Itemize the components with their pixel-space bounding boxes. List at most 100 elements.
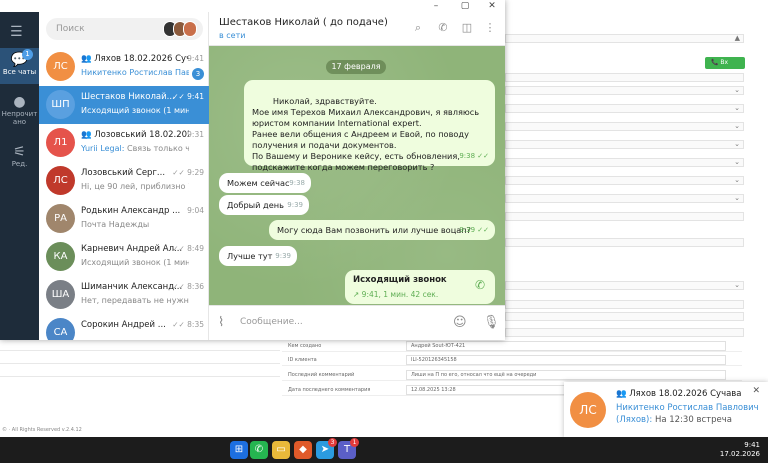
date-pill: 17 февраля (326, 60, 386, 74)
crm-field[interactable]: ⌄ (505, 281, 744, 290)
crm-field[interactable] (505, 212, 744, 221)
whatsapp-icon[interactable]: ✆ (250, 441, 268, 459)
close-icon[interactable]: ✕ (752, 386, 760, 396)
notification-toast[interactable]: ЛС 👥 Ляхов 18.02.2026 Сучава Никитенко Р… (564, 382, 768, 438)
clock-date: 17.02.2026 (719, 450, 760, 458)
attach-icon[interactable]: ⌇ (218, 315, 224, 330)
message-text: Николай, здравствуйте. Мое имя Терехов М… (252, 96, 480, 172)
message-area[interactable]: 17 февраля Николай, здравствуйте. Мое им… (209, 46, 505, 305)
crm-field[interactable]: ⌄ (505, 140, 744, 149)
minimize-icon[interactable]: – (426, 0, 446, 12)
crm-form-value[interactable]: Лиши на П по его, относал что ещё на оче… (406, 370, 726, 380)
message-text: Можем сейчас (227, 178, 290, 188)
crm-field[interactable]: ⌄ (505, 86, 744, 95)
crm-form-row: Кем создано Андрей Sout-ЮТ-421 (282, 340, 742, 352)
avatar: ШП (46, 90, 75, 119)
chat-header[interactable]: Шестаков Николай ( до подаче) в сети ⌕ ✆… (209, 12, 505, 46)
notification-title: 👥 Ляхов 18.02.2026 Сучава (616, 389, 742, 399)
message-time: 9:39 (287, 201, 303, 209)
microphone-icon[interactable]: 🎙 (483, 315, 500, 330)
folder-edit[interactable]: ⚟ Ред. (0, 140, 39, 176)
menu-icon[interactable]: ☰ (10, 24, 23, 40)
crm-field[interactable] (505, 312, 744, 321)
search-icon[interactable]: ⌕ (411, 21, 425, 35)
avatar: КА (46, 242, 75, 271)
call-detail: ↗ 9:41, 1 мин. 42 сек. (353, 290, 439, 299)
chat-item[interactable]: Л1 👥 Лозовський 18.02.2026 9:31 Yurii Le… (39, 124, 209, 162)
folder-all-chats[interactable]: 💬 1 Все чаты (0, 48, 39, 84)
message-time: 9:38 (289, 179, 305, 187)
crm-field[interactable] (505, 300, 744, 309)
chat-item[interactable]: РА Родькин Александр ... 9:04 Почта Наде… (39, 200, 209, 238)
notification-sender-short: (Ляхов): (616, 415, 653, 425)
call-title: Исходящий звонок (353, 275, 447, 285)
crm-field[interactable] (505, 73, 744, 82)
crm-field[interactable]: ▲ (505, 34, 744, 43)
avatar: Л1 (46, 128, 75, 157)
folder-unread[interactable]: ● Непрочит ано (0, 90, 39, 134)
chat-item[interactable]: ЛС 👥 Ляхов 18.02.2026 Суч... 9:41 Никите… (39, 48, 209, 86)
crm-field[interactable]: ⌄ (505, 122, 744, 131)
crm-footer: © · All Rights Reserved v.2.4.12 (2, 427, 82, 433)
crm-field[interactable]: ⌄ (505, 194, 744, 203)
message-incoming[interactable]: Добрый день 9:39 (219, 195, 309, 215)
chat-time: ✓✓ 9:41 (172, 92, 204, 101)
file-explorer-icon[interactable]: ▭ (272, 441, 290, 459)
telegram-window: – ▢ ✕ ☰ 💬 1 Все чаты ● Непрочит ано ⚟ Ре… (0, 0, 505, 340)
maximize-icon[interactable]: ▢ (455, 0, 475, 12)
message-incoming[interactable]: Лучше тут 9:39 (219, 246, 297, 266)
telegram-icon[interactable]: ➤ 3 (316, 438, 337, 459)
person-icon: ● (13, 94, 26, 110)
message-outgoing[interactable]: Могу сюда Вам позвонить или лучше воцап?… (269, 220, 495, 240)
chat-item-selected[interactable]: ШП Шестаков Николай... ✓✓ 9:41 Исходящий… (39, 86, 209, 124)
crm-left-row (0, 356, 280, 364)
chat-item[interactable]: ЛС Лозовський Серг... ✓✓ 9:29 Ні, це 90 … (39, 162, 209, 200)
chat-item[interactable]: СА Сорокин Андрей ... ✓✓ 8:35 (39, 314, 209, 340)
folder-label: Ред. (11, 160, 28, 168)
message-incoming[interactable]: Можем сейчас 9:38 (219, 173, 311, 193)
message-input[interactable]: Сообщение... (240, 317, 303, 327)
chat-sender: Никитенко Ростислав Павл... (81, 68, 189, 77)
avatar: ЛС (570, 392, 606, 428)
more-icon[interactable]: ⋮ (483, 21, 497, 35)
emoji-icon[interactable]: ☺ (453, 315, 467, 330)
chat-preview: Yurii Legal: Связь только чере... (81, 144, 189, 156)
crm-field[interactable]: ⌄ (505, 104, 744, 113)
crm-field[interactable]: ⌄ (505, 158, 744, 167)
avatar: ША (46, 280, 75, 309)
windows-start-icon[interactable]: ⊞ (230, 441, 248, 459)
phone-icon[interactable]: ✆ (475, 279, 485, 291)
call-message[interactable]: Исходящий звонок ↗ 9:41, 1 мин. 42 сек. … (345, 270, 495, 304)
message-outgoing[interactable]: Николай, здравствуйте. Мое имя Терехов М… (244, 80, 495, 172)
message-time: 9:38 ✓✓ (459, 152, 489, 160)
close-icon[interactable]: ✕ (482, 0, 502, 12)
crm-call-button[interactable]: 📞 Вх (705, 57, 745, 69)
crm-form-row: Последний комментарий Лиши на П по его, … (282, 369, 742, 381)
chat-preview: Никитенко Ростислав Павл... (81, 68, 189, 80)
crm-field[interactable]: ⌄ (505, 176, 744, 185)
stories-avatars[interactable] (163, 21, 199, 37)
brave-icon[interactable]: ◆ (294, 441, 312, 459)
notification-text: На 12:30 встреча (652, 415, 732, 425)
phone-icon[interactable]: ✆ (436, 21, 450, 35)
teams-icon[interactable]: T1 (338, 438, 359, 459)
system-clock[interactable]: 9:41 17.02.2026 (720, 441, 760, 459)
message-text: Могу сюда Вам позвонить или лучше воцап? (277, 225, 471, 235)
crm-form-value[interactable]: Андрей Sout-ЮТ-421 (406, 341, 726, 351)
chat-item[interactable]: ША Шиманчик Александ... ✓✓ 8:36 Нет, пер… (39, 276, 209, 314)
sidebar-toggle-icon[interactable]: ◫ (460, 21, 474, 35)
crm-form-value[interactable]: ILI-520126345158 (406, 355, 726, 365)
chat-time: ✓✓ 8:36 (172, 282, 204, 291)
crm-left-row (0, 369, 280, 377)
clock-time: 9:41 (744, 441, 760, 449)
avatar: ЛС (46, 166, 75, 195)
chat-time: ✓✓ 9:29 (172, 168, 204, 177)
crm-field[interactable] (505, 328, 744, 337)
avatar: СА (46, 318, 75, 340)
message-text: Добрый день (227, 200, 284, 210)
crm-field[interactable] (505, 238, 744, 247)
chat-time: ✓✓ 8:35 (172, 320, 204, 329)
avatar: РА (46, 204, 75, 233)
folder-label: Непрочит ано (1, 110, 38, 126)
chat-item[interactable]: КА Карневич Андрей Ал... ✓✓ 8:49 Исходящ… (39, 238, 209, 276)
